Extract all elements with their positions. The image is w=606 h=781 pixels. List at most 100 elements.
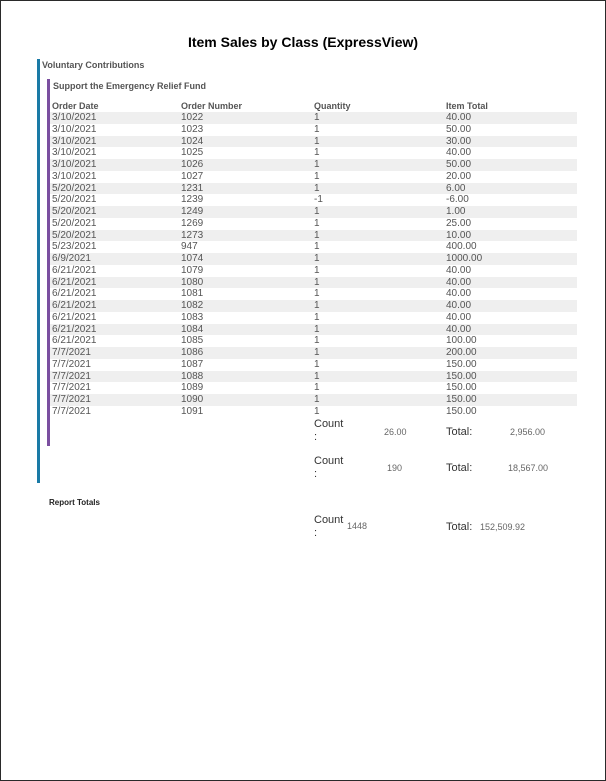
column-header-order-number: Order Number [181,101,243,111]
table-row: 5/20/2021 1231 1 6.00 [1,182,605,195]
cell-quantity: 1 [314,217,320,229]
cell-order-date: 7/7/2021 [52,382,91,394]
cell-item-total: 150.00 [446,405,477,417]
cell-quantity: 1 [314,358,320,370]
table-row: 3/10/2021 1026 1 50.00 [1,159,605,171]
cell-order-number: 1081 [181,288,204,300]
table-row: 7/7/2021 1090 1 150.00 [1,394,605,406]
cell-item-total: 30.00 [446,135,472,147]
table-row: 7/7/2021 1089 1 150.00 [1,382,605,394]
cell-quantity: 1 [314,123,320,135]
cell-quantity: 1 [314,182,320,194]
table-row: 6/21/2021 1082 1 40.00 [1,300,605,312]
table-row: 7/7/2021 1091 1 150.00 [1,406,605,418]
cell-order-number: 1088 [181,370,204,382]
table-row: 7/7/2021 1088 1 150.00 [1,370,605,383]
cell-item-total: 40.00 [446,300,472,311]
cell-quantity: 1 [314,335,320,347]
cell-order-date: 7/7/2021 [52,370,91,382]
cell-order-date: 3/10/2021 [52,112,97,123]
cell-order-number: 1086 [181,347,204,358]
report-title: Item Sales by Class (ExpressView) [187,34,419,50]
cell-order-date: 7/7/2021 [52,405,91,417]
cell-quantity: 1 [314,112,320,123]
cell-item-total: 40.00 [446,264,472,276]
report-page: Item Sales by Class (ExpressView) Volunt… [0,0,606,781]
cell-item-total: 40.00 [446,323,472,335]
table-row: 5/20/2021 1273 1 10.00 [1,229,605,242]
cell-item-total: 400.00 [446,241,477,253]
cell-item-total: 20.00 [446,170,472,182]
cell-order-number: 1025 [181,147,204,159]
cell-item-total: 50.00 [446,159,472,170]
cell-order-date: 3/10/2021 [52,170,97,182]
cell-quantity: 1 [314,264,320,276]
cell-item-total: -6.00 [446,194,469,206]
cell-order-date: 7/7/2021 [52,347,91,358]
column-header-item-total: Item Total [446,101,488,111]
cell-item-total: 150.00 [446,358,477,370]
cell-quantity: 1 [314,135,320,147]
cell-order-date: 6/21/2021 [52,264,97,276]
table-row: 6/21/2021 1083 1 40.00 [1,312,605,324]
cell-item-total: 150.00 [446,382,477,394]
cell-order-date: 7/7/2021 [52,394,91,405]
item-subtotal-total-value: 2,956.00 [510,427,546,437]
report-count-label: Count: [314,514,344,539]
cell-quantity: 1 [314,405,320,417]
table-row: 6/21/2021 1084 1 40.00 [1,323,605,336]
cell-quantity: 1 [314,159,320,170]
cell-item-total: 40.00 [446,311,472,323]
cell-quantity: 1 [314,147,320,159]
cell-item-total: 10.00 [446,229,472,241]
cell-order-date: 6/21/2021 [52,276,97,288]
cell-order-date: 3/10/2021 [52,123,97,135]
cell-order-number: 947 [181,241,198,253]
cell-order-number: 1269 [181,217,204,229]
class-subtotal-count-label: Count: [314,455,344,480]
cell-order-number: 1085 [181,335,204,347]
table-row: 3/10/2021 1025 1 40.00 [1,147,605,159]
cell-order-date: 6/21/2021 [52,311,97,323]
cell-order-number: 1082 [181,300,204,311]
cell-quantity: 1 [314,288,320,300]
cell-order-number: 1231 [181,182,204,194]
report-total-value: 152,509.92 [480,522,526,532]
cell-item-total: 40.00 [446,288,472,300]
cell-order-number: 1083 [181,311,204,323]
cell-order-date: 5/20/2021 [52,229,97,241]
cell-quantity: 1 [314,311,320,323]
cell-quantity: 1 [314,229,320,241]
item-group-label: Support the Emergency Relief Fund [53,81,207,91]
table-row: 3/10/2021 1022 1 40.00 [1,112,605,124]
cell-item-total: 100.00 [446,335,477,347]
class-subtotal-total-label: Total: [446,462,473,474]
column-header-quantity: Quantity [314,101,351,111]
class-subtotal-total-value: 18,567.00 [508,463,549,473]
cell-order-number: 1089 [181,382,204,394]
cell-order-number: 1026 [181,159,204,170]
cell-quantity: 1 [314,370,320,382]
cell-quantity: 1 [314,241,320,253]
cell-item-total: 1.00 [446,206,466,217]
cell-item-total: 200.00 [446,347,477,358]
table-row: 5/23/2021 947 1 400.00 [1,241,605,253]
cell-order-date: 7/7/2021 [52,358,91,370]
cell-order-date: 6/21/2021 [52,300,97,311]
item-subtotal-count-label: Count: [314,418,344,443]
cell-item-total: 40.00 [446,276,472,288]
cell-order-date: 5/20/2021 [52,182,97,194]
cell-order-number: 1273 [181,229,204,241]
cell-quantity: 1 [314,347,320,358]
cell-order-number: 1080 [181,276,204,288]
cell-quantity: -1 [314,194,323,206]
report-totals-label: Report Totals [49,498,100,507]
cell-quantity: 1 [314,170,320,182]
cell-order-number: 1079 [181,264,204,276]
table-row: 3/10/2021 1024 1 30.00 [1,135,605,148]
cell-item-total: 40.00 [446,112,472,123]
cell-order-date: 6/9/2021 [52,253,91,264]
cell-order-date: 3/10/2021 [52,147,97,159]
cell-order-number: 1022 [181,112,204,123]
cell-order-number: 1074 [181,253,204,264]
